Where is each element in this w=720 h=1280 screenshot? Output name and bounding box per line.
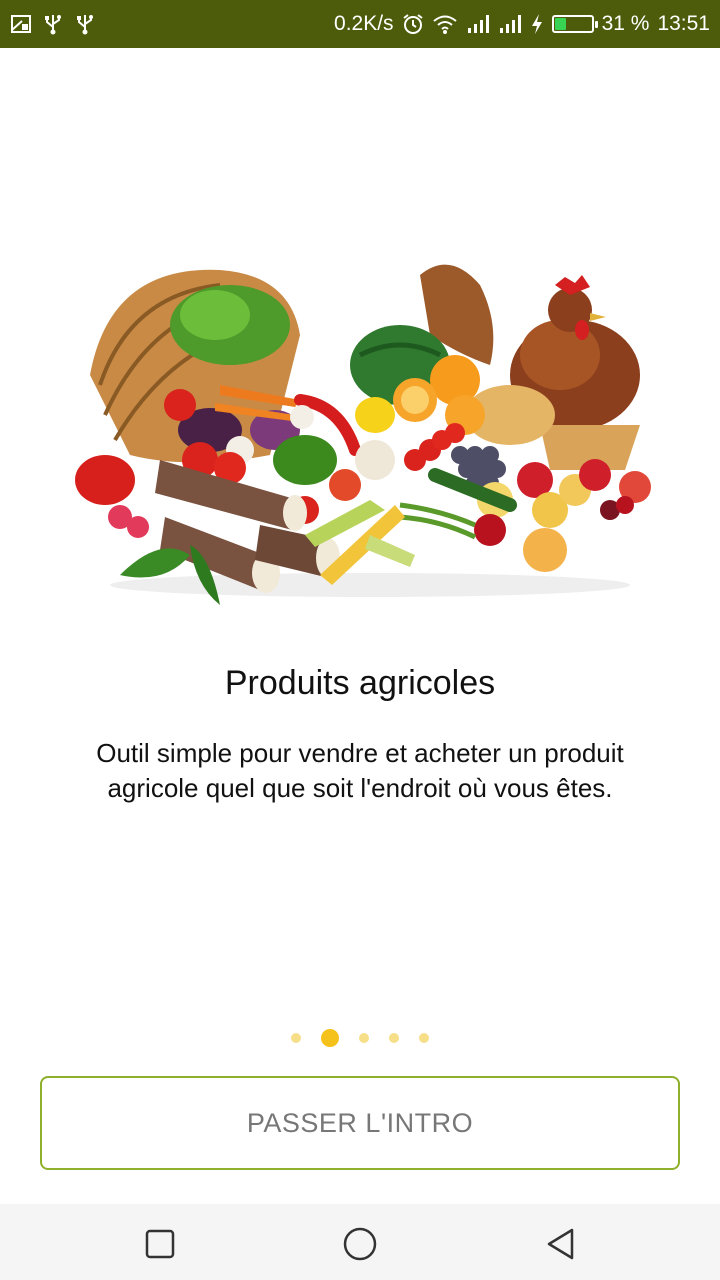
back-triangle-icon [547,1228,574,1260]
page-dot[interactable] [359,1033,369,1043]
status-left-icons [10,10,96,38]
page-dot[interactable] [321,1029,339,1047]
back-button[interactable] [540,1224,580,1264]
signal-icon [467,15,489,33]
produce-illustration [75,264,651,605]
clock: 13:51 [657,12,710,35]
page-dot[interactable] [389,1033,399,1043]
wifi-icon [432,15,457,34]
charging-icon [531,14,542,34]
battery-percent: 31 % [601,12,650,35]
battery-level [554,18,566,30]
usb-icon [45,15,61,35]
battery-icon [551,15,598,33]
circle-icon [343,1227,377,1261]
home-button[interactable] [340,1224,380,1264]
page-dot[interactable] [291,1033,301,1043]
usb-icon [77,15,93,35]
network-speed: 0.2K/s [334,12,394,35]
intro-title: Produits agricoles [224,664,496,702]
recent-apps-button[interactable] [140,1224,180,1264]
page-dot[interactable] [419,1033,429,1043]
signal-icon [499,15,521,33]
status-bar: 0.2K/s 31 % 13:51 [0,0,720,48]
skip-intro-button[interactable]: PASSER L'INTRO [40,1076,680,1170]
screenshot-icon [11,15,31,33]
alarm-icon [402,14,423,34]
status-right: 0.2K/s 31 % 13:51 [334,8,710,40]
intro-description: Outil simple pour vendre et acheter un p… [96,738,624,803]
navigation-bar [0,1204,720,1280]
page-indicator [0,1026,720,1050]
square-icon [145,1229,175,1259]
